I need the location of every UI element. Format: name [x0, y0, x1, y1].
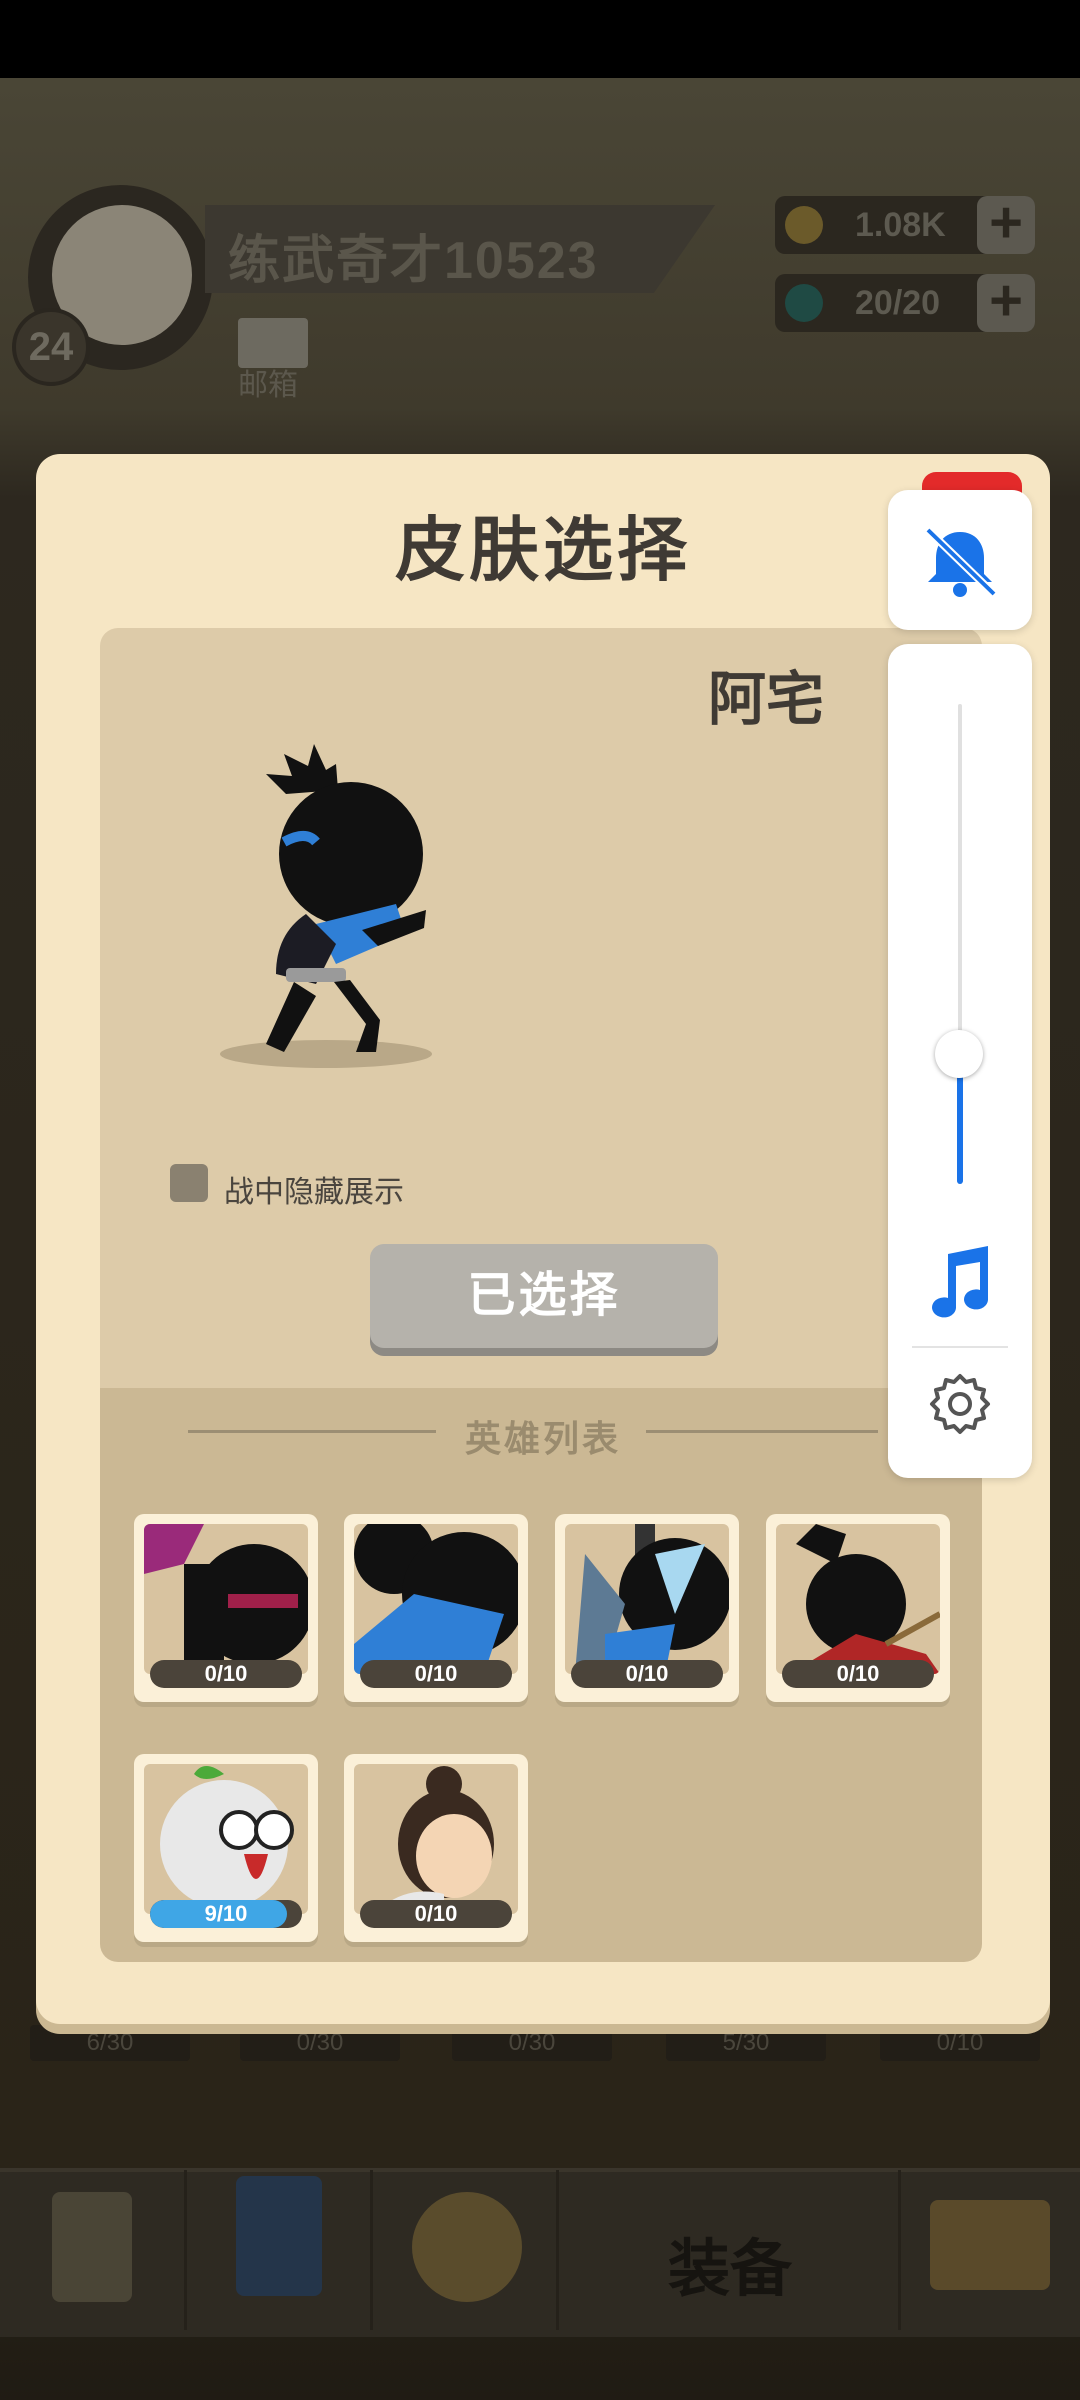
hero-shard-progress: 0/10 [150, 1660, 302, 1688]
hero-portrait [144, 1524, 308, 1674]
hero-portrait [354, 1524, 518, 1674]
hero-shard-progress: 0/10 [782, 1660, 934, 1688]
add-coins-button[interactable]: + [977, 194, 1035, 254]
hero-shard-progress: 0/10 [360, 1660, 512, 1688]
selected-button[interactable]: 已选择 [370, 1244, 718, 1348]
coin-value: 1.08K [855, 206, 946, 244]
slot-count: 0/30 [452, 2025, 612, 2061]
hero-portrait [776, 1524, 940, 1674]
crossed-swords-icon [412, 2192, 522, 2302]
energy-counter: 20/20 + [775, 272, 1035, 332]
hero-card[interactable]: 0/10 [134, 1514, 318, 1702]
hero-card[interactable]: 0/10 [555, 1514, 739, 1702]
hero-preview-figure [220, 744, 432, 1068]
gear-icon[interactable] [928, 1372, 992, 1436]
nav-tab-quest[interactable] [0, 2170, 187, 2330]
hero-shard-progress: 0/10 [571, 1660, 723, 1688]
slot-count: 5/30 [666, 2025, 826, 2061]
scroll-icon [52, 2192, 132, 2302]
bell-off-icon [925, 527, 997, 597]
energy-value: 20/20 [855, 284, 941, 322]
music-note-icon[interactable] [924, 1244, 996, 1324]
slot-count: 0/30 [240, 2025, 400, 2061]
chest-icon [930, 2200, 1050, 2290]
nav-tab-battle[interactable] [372, 2170, 559, 2330]
hero-card[interactable]: 9/10 [134, 1754, 318, 1942]
nav-tab-training[interactable] [186, 2170, 373, 2330]
hero-card[interactable]: 0/10 [766, 1514, 950, 1702]
hero-portrait [565, 1524, 729, 1674]
slot-count: 0/10 [880, 2025, 1040, 2061]
add-energy-button[interactable]: + [977, 272, 1035, 332]
hero-shard-progress: 0/10 [360, 1900, 512, 1928]
slot-count: 6/30 [30, 2025, 190, 2061]
coin-counter: 1.08K + [775, 194, 1035, 254]
hero-card[interactable]: 0/10 [344, 1514, 528, 1702]
energy-icon [785, 284, 823, 322]
hero-card[interactable]: 0/10 [344, 1754, 528, 1942]
nav-equipment-label: 装备 [668, 2235, 793, 2304]
volume-panel-divider [912, 1346, 1008, 1348]
status-bar [0, 0, 1080, 78]
hide-in-battle-label: 战中隐藏展示 [224, 1176, 404, 1209]
hero-shard-progress: 9/10 [150, 1900, 302, 1928]
level-badge: 24 [12, 308, 90, 386]
hide-in-battle-checkbox[interactable] [170, 1164, 208, 1202]
selected-hero-name: 阿宅 [708, 667, 825, 732]
nav-tab-collect[interactable] [900, 2170, 1080, 2330]
book-icon [236, 2176, 322, 2296]
player-name: 练武奇才10523 [228, 232, 599, 290]
coin-icon [785, 206, 823, 244]
hero-portrait [354, 1764, 518, 1914]
hero-portrait [144, 1764, 308, 1914]
mail-label: 邮箱 [238, 369, 298, 402]
ringer-mute-toggle[interactable] [888, 490, 1032, 630]
